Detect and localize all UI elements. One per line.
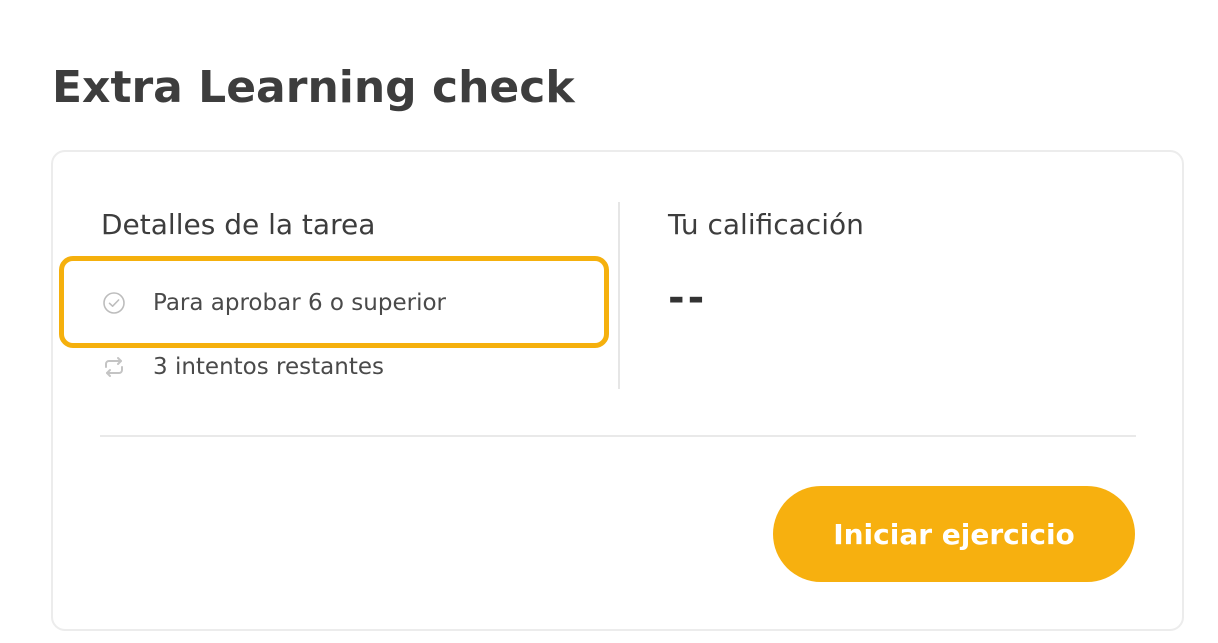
check-circle-icon: [101, 290, 127, 316]
detail-attempts-remaining: 3 intentos restantes: [101, 347, 384, 387]
pass-requirement-text: Para aprobar 6 o superior: [153, 290, 446, 316]
details-heading: Detalles de la tarea: [101, 208, 376, 241]
page-title: Extra Learning check: [52, 62, 575, 113]
attempts-remaining-text: 3 intentos restantes: [153, 354, 384, 380]
detail-pass-requirement: Para aprobar 6 o superior: [101, 283, 446, 323]
assignment-card: Detalles de la tarea Para aprobar 6 o su…: [51, 150, 1184, 631]
grade-value: --: [668, 275, 708, 321]
repeat-icon: [101, 354, 127, 380]
grade-heading: Tu calificación: [668, 208, 864, 241]
horizontal-divider: [100, 435, 1136, 437]
vertical-divider: [618, 202, 620, 389]
start-exercise-button[interactable]: Iniciar ejercicio: [773, 486, 1135, 582]
